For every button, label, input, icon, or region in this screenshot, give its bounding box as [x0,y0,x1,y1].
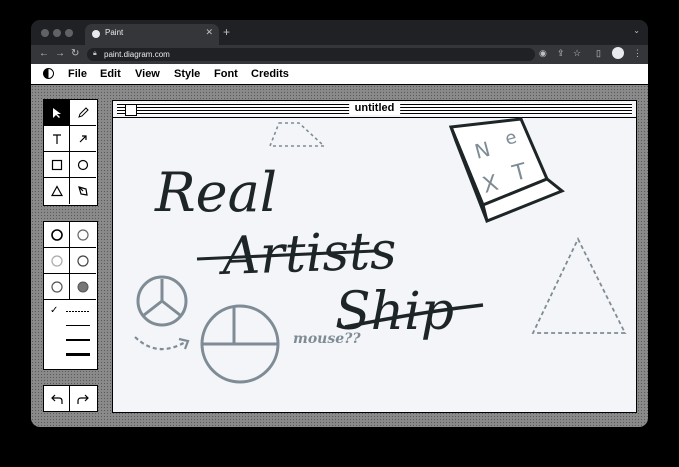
tool-arrow[interactable] [70,126,96,152]
share-icon[interactable]: ⇪ [557,48,565,59]
pen-nib-icon [78,186,88,196]
reload-icon[interactable]: ↻ [71,48,79,59]
small-circle-sketch [136,275,188,327]
more-menu-icon[interactable]: ⋮ [633,48,642,59]
fill-gray[interactable] [70,274,96,300]
browser-toolbar: ← → ↻ 🔒︎ paint.diagram.com ◉ ⇪ ☆ ▯ ⋮ [31,45,648,64]
stroke-circle-icon [50,254,63,267]
stroke-light[interactable] [44,248,70,274]
menu-file[interactable]: File [68,68,87,80]
undo-button[interactable] [44,386,70,411]
tool-pencil[interactable] [70,100,96,126]
large-circle-sketch [200,304,280,384]
browser-tab[interactable]: Paint ✕ [85,24,219,45]
stroke-black[interactable] [44,222,70,248]
stroke-gray[interactable] [70,222,96,248]
tool-select[interactable] [44,100,70,126]
back-arrow-icon[interactable]: ← [39,48,49,59]
star-icon[interactable]: ☆ [573,48,581,59]
tool-pen[interactable] [70,178,96,204]
checkmark-icon: ✓ [50,305,59,316]
app-menubar: File Edit View Style Font Credits [31,64,648,85]
dashed-triangle-right [531,236,627,334]
browser-window: Paint ✕ + ⌄ ← → ↻ 🔒︎ paint.diagram.com ◉… [31,20,648,427]
ellipse-icon [77,159,89,170]
tool-ellipse[interactable] [70,152,96,178]
window-minimize-dot[interactable] [53,29,61,37]
history-palette [43,385,98,412]
redo-button[interactable] [70,386,96,411]
tool-text[interactable] [44,126,70,152]
rectangle-icon [51,159,62,170]
chrome-icon[interactable]: ◉ [539,48,547,59]
pencil-icon [78,106,89,118]
next-cube-sketch: N e X T [448,117,565,224]
line-weight-thick[interactable] [66,353,90,356]
stroke-circle-icon [77,228,89,241]
drawing-canvas[interactable]: N e X T Real Artists Ship mouse?? [113,101,636,412]
menu-view[interactable]: View [135,68,160,80]
handwritten-real: Real [154,161,277,224]
tab-strip: Paint ✕ + ⌄ [31,20,648,45]
fill-circle-icon [50,280,63,293]
style-palette: ✓ [43,221,98,370]
tab-title: Paint [105,28,124,37]
window-close-dot[interactable] [41,29,49,37]
undo-icon [50,394,63,404]
text-icon [52,133,61,144]
desktop: ✓ untitled N e X T Real Artists Ship mou… [31,85,648,427]
sidebar-icon[interactable]: ▯ [596,48,601,59]
note-mouse: mouse?? [293,331,361,347]
arrow-line-icon [79,134,87,142]
redo-icon [77,394,89,404]
canvas-window: untitled N e X T Real Artists Ship mouse… [112,100,637,413]
fill-circle-icon [77,281,89,292]
url-text: paint.diagram.com [104,50,170,59]
line-weight-medium[interactable] [66,339,90,341]
line-weight-list: ✓ [44,300,97,369]
menu-font[interactable]: Font [214,68,238,80]
stroke-circle-icon [77,254,89,267]
close-icon[interactable]: ✕ [205,27,213,38]
globe-icon [92,30,100,38]
address-bar[interactable]: 🔒︎ paint.diagram.com [87,48,535,61]
stroke-circle-icon [50,228,63,241]
line-weight-hairline[interactable] [66,311,90,312]
line-weight-thin[interactable] [66,325,90,326]
stroke-dark-gray[interactable] [70,248,96,274]
plus-icon[interactable]: + [223,25,230,39]
select-arrow-icon [52,107,61,118]
chevron-down-icon[interactable]: ⌄ [633,26,640,35]
window-zoom-dot[interactable] [65,29,73,37]
avatar[interactable] [612,47,624,59]
tool-rectangle[interactable] [44,152,70,178]
lock-icon: 🔒︎ [93,50,97,57]
triangle-icon [50,185,63,197]
app-logo-icon[interactable] [43,68,54,79]
fill-none[interactable] [44,274,70,300]
menu-edit[interactable]: Edit [100,68,121,80]
forward-arrow-icon[interactable]: → [55,48,65,59]
menu-credits[interactable]: Credits [251,68,289,80]
menu-style[interactable]: Style [174,68,200,80]
dashed-triangle-top [268,122,327,147]
tool-palette [43,99,98,206]
tool-triangle[interactable] [44,178,70,204]
